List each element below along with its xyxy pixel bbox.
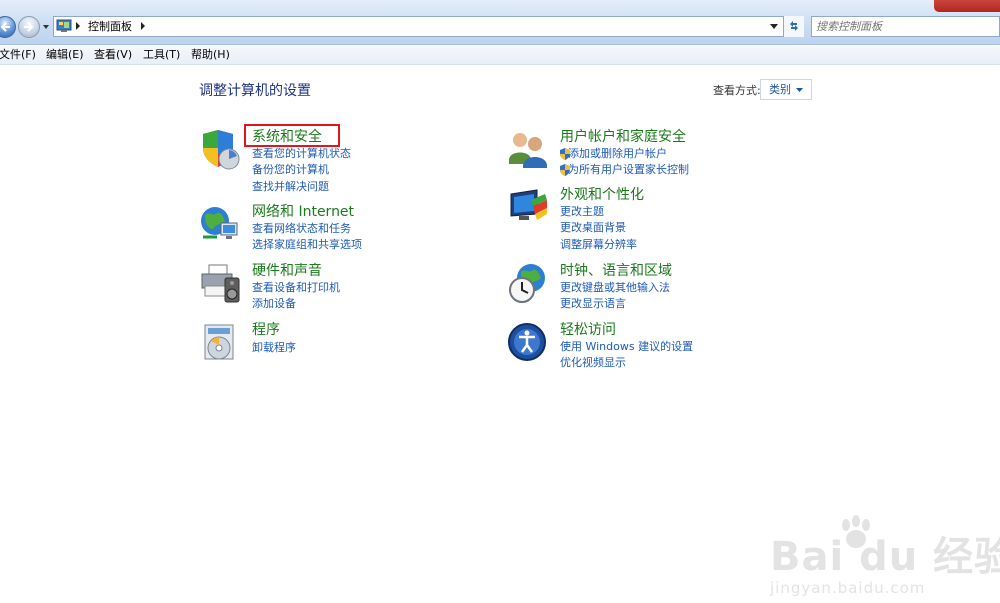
- link-add-device[interactable]: 添加设备: [252, 297, 296, 311]
- menu-edit[interactable]: 编辑(E): [46, 47, 84, 62]
- back-button[interactable]: [0, 16, 16, 38]
- link-change-keyboard-input[interactable]: 更改键盘或其他输入法: [560, 281, 670, 295]
- link-view-computer-status[interactable]: 查看您的计算机状态: [252, 147, 351, 161]
- uac-shield-icon: [560, 148, 570, 160]
- breadcrumb-separator-icon[interactable]: [140, 22, 146, 30]
- clock-globe-icon: [509, 264, 545, 303]
- baidu-watermark: Bai du 经验 jingyan.baidu.com: [770, 513, 1000, 603]
- refresh-icon: [790, 21, 798, 31]
- chevron-down-icon: [796, 88, 803, 92]
- link-add-remove-accounts-label: 添加或删除用户帐户: [568, 147, 667, 160]
- recent-pages-dropdown-icon[interactable]: [42, 23, 50, 31]
- address-history-dropdown-icon[interactable]: [770, 24, 778, 29]
- control-panel-content: 调整计算机的设置 查看方式: 类别 系统和安全 查看您的计算机状态 备份您的计算…: [0, 65, 1000, 597]
- link-view-devices-printers[interactable]: 查看设备和打印机: [252, 281, 340, 295]
- link-optimize-visual-display[interactable]: 优化视频显示: [560, 356, 626, 370]
- category-title-programs[interactable]: 程序: [252, 321, 280, 339]
- ease-of-access-icon: [508, 323, 546, 361]
- page-title: 调整计算机的设置: [199, 83, 311, 99]
- link-change-display-language[interactable]: 更改显示语言: [560, 297, 626, 311]
- menu-bar: 文件(F) 编辑(E) 查看(V) 工具(T) 帮助(H): [0, 45, 1000, 65]
- link-windows-suggested-settings[interactable]: 使用 Windows 建议的设置: [560, 340, 693, 354]
- link-change-theme[interactable]: 更改主题: [560, 205, 604, 219]
- watermark-url: jingyan.baidu.com: [770, 579, 926, 597]
- arrow-left-icon: [0, 22, 10, 32]
- category-title-appearance[interactable]: 外观和个性化: [560, 186, 644, 204]
- watermark-brand: Bai du 经验: [770, 534, 1000, 580]
- shield-chart-icon: [203, 130, 240, 170]
- menu-tools[interactable]: 工具(T): [143, 47, 180, 62]
- breadcrumb-control-panel[interactable]: 控制面板: [88, 19, 132, 34]
- programs-disc-icon: [204, 324, 234, 360]
- view-by-value: 类别: [769, 83, 791, 96]
- link-view-network-status[interactable]: 查看网络状态和任务: [252, 222, 351, 236]
- window-close-button[interactable]: [934, 0, 1000, 12]
- link-troubleshoot[interactable]: 查找并解决问题: [252, 180, 329, 194]
- link-uninstall-program[interactable]: 卸载程序: [252, 341, 296, 355]
- link-parental-controls-label: 为所有用户设置家长控制: [568, 163, 689, 176]
- control-panel-icon: [56, 19, 72, 32]
- forward-button[interactable]: [18, 16, 40, 38]
- link-homegroup-sharing[interactable]: 选择家庭组和共享选项: [252, 238, 362, 252]
- link-parental-controls[interactable]: 为所有用户设置家长控制: [560, 163, 689, 177]
- menu-file[interactable]: 文件(F): [0, 47, 36, 62]
- view-by-select[interactable]: 类别: [760, 79, 812, 100]
- globe-network-icon: [201, 207, 238, 239]
- breadcrumb-separator-icon[interactable]: [75, 22, 81, 30]
- arrow-right-icon: [24, 22, 34, 32]
- category-title-network-internet[interactable]: 网络和 Internet: [252, 203, 354, 221]
- menu-help[interactable]: 帮助(H): [191, 47, 230, 62]
- category-title-ease-access[interactable]: 轻松访问: [560, 321, 616, 339]
- users-icon: [509, 133, 547, 168]
- link-add-remove-accounts[interactable]: 添加或删除用户帐户: [560, 147, 667, 161]
- menu-view[interactable]: 查看(V): [94, 47, 132, 62]
- printer-speaker-icon: [201, 264, 240, 303]
- search-box[interactable]: [811, 16, 1000, 37]
- category-title-user-accounts[interactable]: 用户帐户和家庭安全: [560, 128, 686, 146]
- category-title-clock-region[interactable]: 时钟、语言和区域: [560, 262, 672, 280]
- link-change-desktop-background[interactable]: 更改桌面背景: [560, 221, 626, 235]
- link-adjust-resolution[interactable]: 调整屏幕分辨率: [560, 238, 637, 252]
- view-by-label: 查看方式:: [713, 84, 761, 97]
- refresh-button[interactable]: [783, 16, 804, 37]
- category-title-hardware-sound[interactable]: 硬件和声音: [252, 262, 322, 280]
- monitor-palette-icon: [510, 189, 547, 220]
- uac-shield-icon: [560, 164, 570, 176]
- address-field[interactable]: 控制面板: [53, 16, 804, 37]
- address-bar: 控制面板: [0, 0, 1000, 45]
- highlight-box: [244, 124, 340, 147]
- search-input[interactable]: [816, 18, 986, 35]
- link-backup-computer[interactable]: 备份您的计算机: [252, 163, 329, 177]
